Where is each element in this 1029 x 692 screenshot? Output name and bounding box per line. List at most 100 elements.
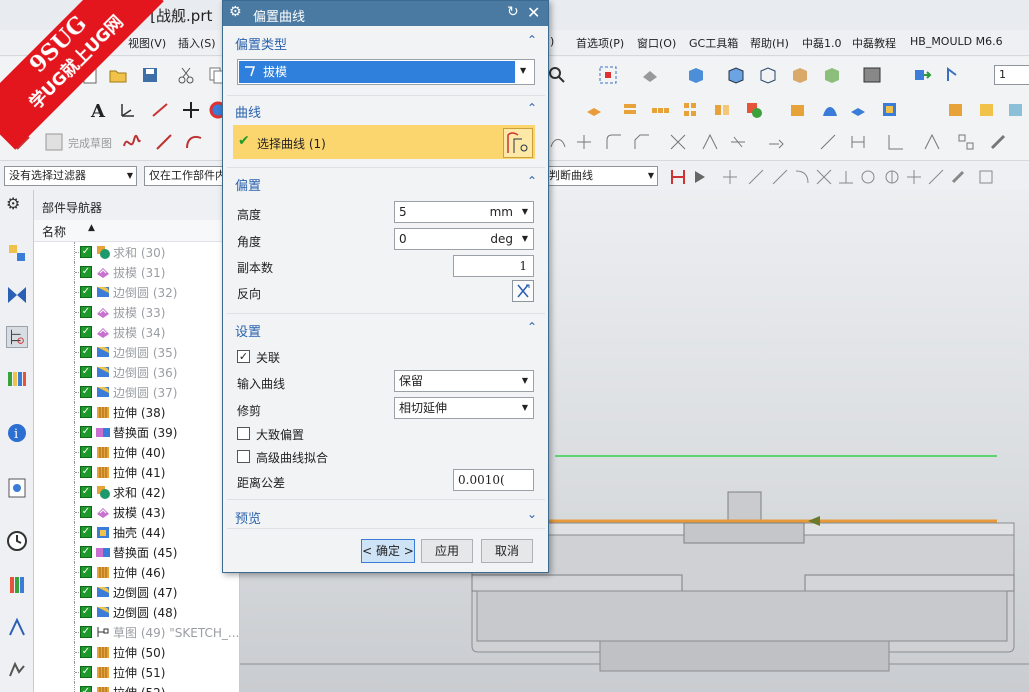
roles-icon[interactable] bbox=[6, 616, 28, 638]
constraint-icon[interactable] bbox=[848, 132, 868, 152]
feature-checkbox[interactable]: ✓ bbox=[80, 406, 92, 418]
chevron-up-icon[interactable]: ⌃ bbox=[527, 101, 537, 115]
datum-axis-icon[interactable] bbox=[150, 100, 170, 120]
dimension-icon[interactable] bbox=[818, 132, 838, 152]
feature-checkbox[interactable]: ✓ bbox=[80, 666, 92, 678]
surface-icon[interactable] bbox=[820, 100, 840, 120]
trim-select[interactable]: 相切延伸 ▼ bbox=[394, 397, 534, 419]
menu-preferences[interactable]: 首选项(P) bbox=[576, 35, 624, 51]
move-object-icon[interactable] bbox=[912, 65, 932, 85]
info-icon[interactable]: i bbox=[6, 422, 28, 444]
reset-icon[interactable]: ↻ bbox=[507, 4, 519, 20]
copies-input[interactable]: 1 bbox=[453, 255, 534, 277]
fillet-curve-icon[interactable] bbox=[604, 132, 624, 152]
feature-checkbox[interactable]: ✓ bbox=[80, 246, 92, 258]
menu-view[interactable]: 视图(V) bbox=[128, 35, 166, 51]
feature-checkbox[interactable]: ✓ bbox=[80, 646, 92, 658]
chevron-down-icon[interactable]: ▼ bbox=[520, 66, 526, 75]
navigator-row[interactable]: ✓ 边倒圆 (48) bbox=[34, 602, 240, 622]
snap-mid-icon[interactable] bbox=[770, 167, 790, 187]
pattern-icon[interactable] bbox=[650, 100, 670, 120]
section-settings-header[interactable]: 设置 ⌃ bbox=[231, 317, 543, 341]
profile-icon[interactable] bbox=[122, 132, 142, 152]
navigator-row[interactable]: ✓ 替换面 (45) bbox=[34, 542, 240, 562]
ruler-icon[interactable] bbox=[988, 132, 1008, 152]
wireframe-icon[interactable] bbox=[758, 65, 778, 85]
navigator-row[interactable]: ✓ 拉伸 (52) bbox=[34, 682, 240, 692]
history-clock-icon[interactable] bbox=[6, 530, 28, 552]
feature-checkbox[interactable]: ✓ bbox=[80, 446, 92, 458]
web-browser-icon[interactable] bbox=[6, 477, 28, 499]
palette-icon[interactable] bbox=[6, 574, 28, 596]
array-icon[interactable] bbox=[682, 100, 702, 120]
chamfer-curve-icon[interactable] bbox=[632, 132, 652, 152]
snap-existing-icon[interactable] bbox=[904, 167, 924, 187]
gear-icon[interactable]: ⚙ bbox=[6, 194, 28, 216]
search-icon[interactable] bbox=[547, 65, 567, 85]
navigator-row[interactable]: ✓ 替换面 (39) bbox=[34, 422, 240, 442]
intersect-curve-icon[interactable] bbox=[668, 132, 688, 152]
face-offset-icon[interactable] bbox=[584, 100, 604, 120]
rough-offset-checkbox[interactable] bbox=[237, 427, 250, 440]
menu-insert[interactable]: 插入(S) bbox=[178, 35, 216, 51]
select-curve-row[interactable]: ✔ 选择曲线 (1) bbox=[233, 125, 535, 159]
open-folder-icon[interactable] bbox=[108, 65, 128, 85]
dialog-title-bar[interactable]: ⚙ 偏置曲线 ↻ ✕ bbox=[223, 1, 548, 26]
ok-button[interactable]: < 确定 > bbox=[361, 539, 415, 563]
menu-zhonglei[interactable]: 中磊1.0 bbox=[802, 35, 842, 51]
section-curve-header[interactable]: 曲线 ⌃ bbox=[231, 98, 543, 122]
navigator-row[interactable]: ✓ 求和 (42) bbox=[34, 482, 240, 502]
boolean-icon[interactable] bbox=[744, 100, 764, 120]
navigator-row[interactable]: ✓ 拉伸 (51) bbox=[34, 662, 240, 682]
curve-options-icon[interactable] bbox=[766, 132, 786, 152]
snap-icon[interactable] bbox=[944, 65, 964, 85]
section-preview-header[interactable]: 预览 ⌄ bbox=[231, 504, 543, 528]
navigator-row[interactable]: ✓ 拔模 (34) bbox=[34, 322, 240, 342]
navigator-row[interactable]: ✓ 边倒圆 (36) bbox=[34, 362, 240, 382]
feature-checkbox[interactable]: ✓ bbox=[80, 306, 92, 318]
finish-sketch-label[interactable]: 完成草图 bbox=[68, 135, 112, 151]
fit-view-icon[interactable] bbox=[598, 65, 618, 85]
feature-checkbox[interactable]: ✓ bbox=[80, 326, 92, 338]
layer-field[interactable]: 1 bbox=[994, 65, 1029, 85]
menu-window[interactable]: 窗口(O) bbox=[637, 35, 676, 51]
feature-checkbox[interactable]: ✓ bbox=[80, 606, 92, 618]
mirror-icon[interactable] bbox=[712, 100, 732, 120]
snap-center-icon[interactable] bbox=[858, 167, 878, 187]
feature-checkbox[interactable]: ✓ bbox=[80, 586, 92, 598]
menu-zhonglei-tutorial[interactable]: 中磊教程 bbox=[852, 35, 896, 51]
navigator-row[interactable]: ✓ 拉伸 (50) bbox=[34, 642, 240, 662]
chevron-up-icon[interactable]: ⌃ bbox=[527, 320, 537, 334]
feature-checkbox[interactable]: ✓ bbox=[80, 266, 92, 278]
section-offset-type-header[interactable]: 偏置类型 ⌃ bbox=[231, 30, 543, 54]
navigator-row[interactable]: ✓ 边倒圆 (32) bbox=[34, 282, 240, 302]
reverse-direction-button[interactable] bbox=[512, 280, 534, 302]
sort-ascending-icon[interactable]: ▲ bbox=[88, 223, 95, 233]
navigator-row[interactable]: ✓ 抽壳 (44) bbox=[34, 522, 240, 542]
snap-control-icon[interactable] bbox=[792, 167, 812, 187]
offset-type-select[interactable]: 拔模 ▼ bbox=[237, 59, 535, 85]
layout-icon[interactable] bbox=[956, 132, 976, 152]
snap-face-icon[interactable] bbox=[948, 167, 968, 187]
feature-checkbox[interactable]: ✓ bbox=[80, 526, 92, 538]
navigator-row[interactable]: ✓ 拉伸 (46) bbox=[34, 562, 240, 582]
feature-checkbox[interactable]: ✓ bbox=[80, 426, 92, 438]
block-icon[interactable] bbox=[946, 100, 966, 120]
tolerance-input[interactable]: 0.0010( bbox=[453, 469, 534, 491]
stop-at-intersection-icon[interactable] bbox=[668, 167, 688, 187]
surface2-icon[interactable] bbox=[977, 100, 997, 120]
input-curve-select[interactable]: 保留 ▼ bbox=[394, 370, 534, 392]
navigator-row[interactable]: ✓ 拔模 (43) bbox=[34, 502, 240, 522]
snap-intersect-icon[interactable] bbox=[814, 167, 834, 187]
assembly-navigator-icon[interactable] bbox=[6, 242, 28, 264]
extract-curve-icon[interactable] bbox=[728, 132, 748, 152]
constraint-navigator-icon[interactable] bbox=[6, 284, 28, 306]
finish-sketch-icon[interactable] bbox=[44, 132, 64, 152]
text-icon[interactable]: A bbox=[88, 100, 108, 122]
feature-checkbox[interactable]: ✓ bbox=[80, 466, 92, 478]
feature-checkbox[interactable]: ✓ bbox=[80, 486, 92, 498]
chevron-up-icon[interactable]: ⌃ bbox=[527, 174, 537, 188]
geometric-constraint-icon[interactable] bbox=[886, 132, 906, 152]
background-icon[interactable] bbox=[862, 65, 882, 85]
feature-checkbox[interactable]: ✓ bbox=[80, 506, 92, 518]
